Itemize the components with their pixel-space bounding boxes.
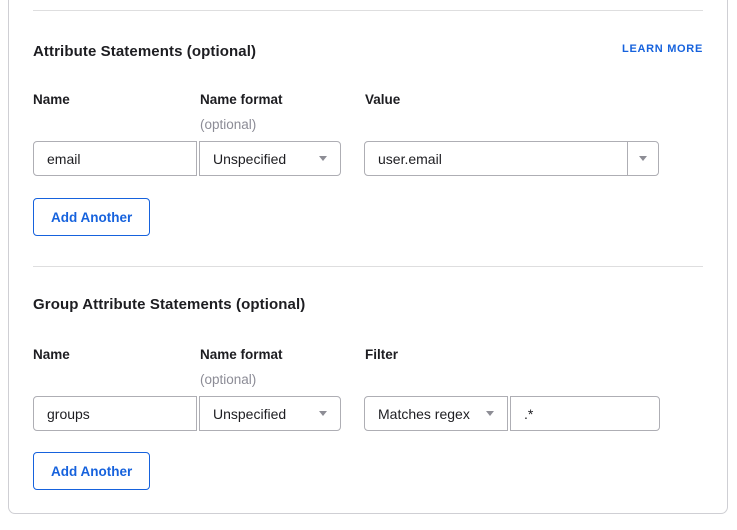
attribute-statements-heading: Attribute Statements (optional) xyxy=(33,43,256,60)
column-header-filter: Filter xyxy=(365,347,398,362)
attribute-name-format-selected: Unspecified xyxy=(213,151,286,167)
column-header-name: Name xyxy=(33,92,70,107)
attribute-name-field-wrap xyxy=(33,141,197,176)
chevron-down-icon xyxy=(639,156,647,161)
column-header-name-format: Name format xyxy=(200,92,283,107)
group-attribute-name-field-wrap xyxy=(33,396,197,431)
section-divider xyxy=(33,266,703,267)
chevron-down-icon xyxy=(319,411,327,416)
chevron-down-icon xyxy=(486,411,494,416)
group-name-format-selected: Unspecified xyxy=(213,406,286,422)
group-filter-type-select[interactable]: Matches regex xyxy=(364,396,508,431)
column-header-value: Value xyxy=(365,92,400,107)
attribute-value-input[interactable] xyxy=(365,142,627,175)
attribute-value-combo xyxy=(364,141,659,176)
settings-card xyxy=(8,0,728,514)
saml-settings-panel: Attribute Statements (optional) LEARN MO… xyxy=(0,0,737,530)
group-filter-value-input[interactable] xyxy=(511,397,659,430)
name-format-optional-note: (optional) xyxy=(200,372,256,387)
column-header-name: Name xyxy=(33,347,70,362)
add-another-attribute-button[interactable]: Add Another xyxy=(33,198,150,236)
chevron-down-icon xyxy=(319,156,327,161)
group-attribute-statements-heading: Group Attribute Statements (optional) xyxy=(33,296,305,313)
column-header-name-format: Name format xyxy=(200,347,283,362)
attribute-name-format-select[interactable]: Unspecified xyxy=(199,141,341,176)
attribute-value-dropdown-toggle[interactable] xyxy=(627,142,658,175)
group-filter-value-field-wrap xyxy=(510,396,660,431)
add-another-group-attribute-button[interactable]: Add Another xyxy=(33,452,150,490)
learn-more-link[interactable]: LEARN MORE xyxy=(622,43,703,55)
attribute-name-input[interactable] xyxy=(34,142,196,175)
group-attribute-name-input[interactable] xyxy=(34,397,196,430)
section-divider xyxy=(33,10,703,11)
group-name-format-select[interactable]: Unspecified xyxy=(199,396,341,431)
name-format-optional-note: (optional) xyxy=(200,117,256,132)
group-filter-type-selected: Matches regex xyxy=(378,406,470,422)
